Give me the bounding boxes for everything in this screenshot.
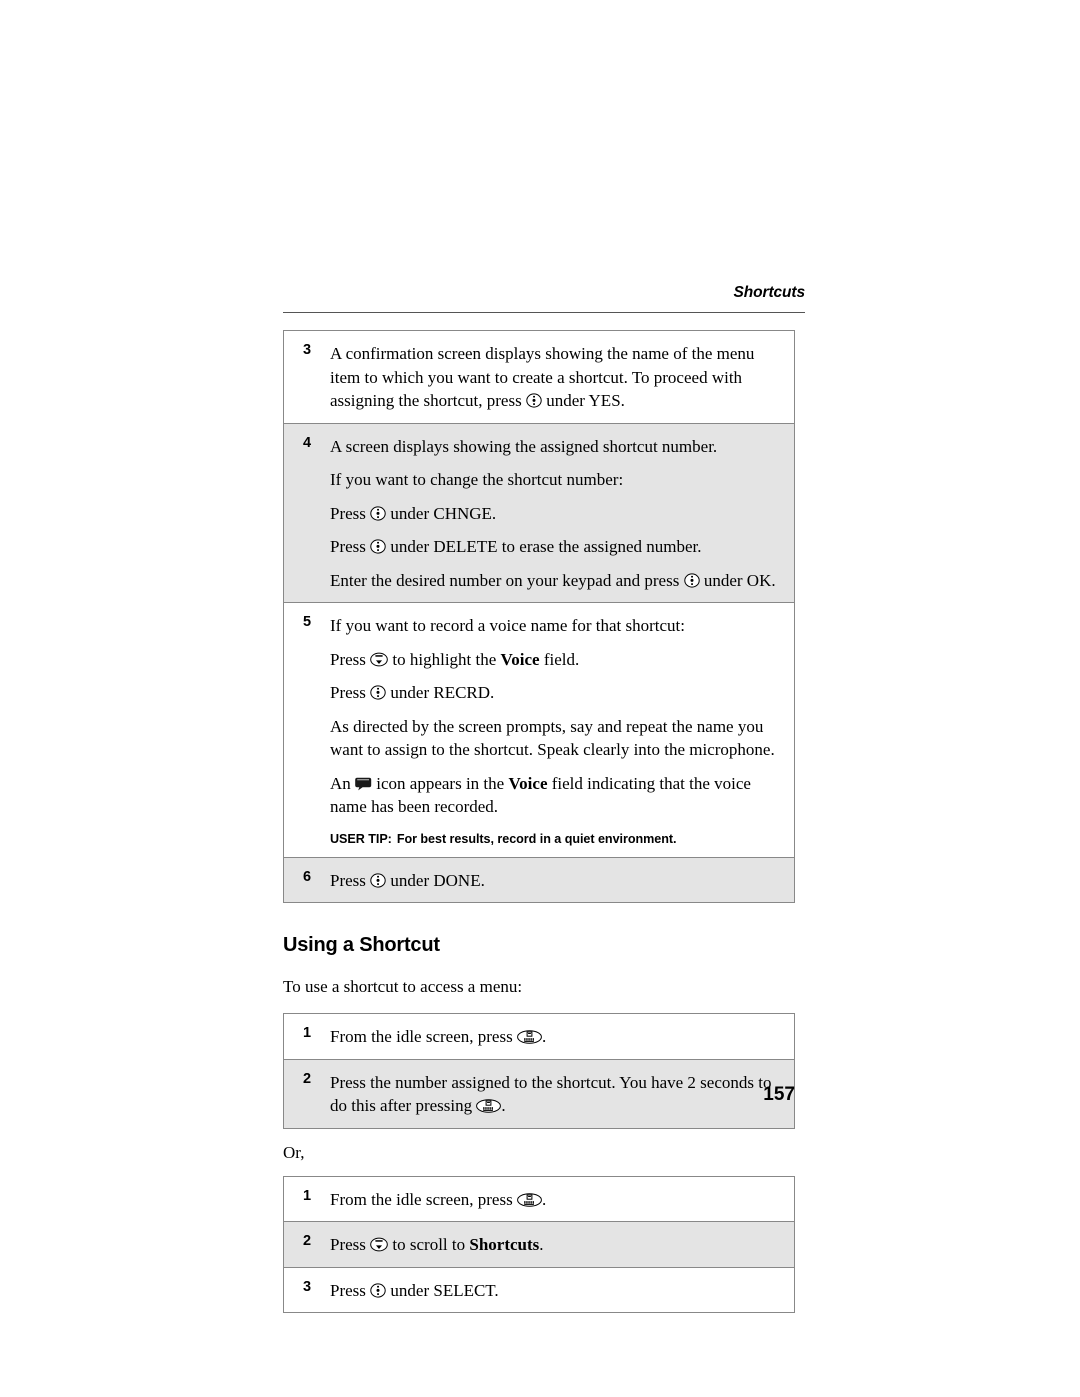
- step-paragraph: Press under DELETE to erase the assigned…: [330, 537, 702, 556]
- steps-table-creating-shortcut: 3A confirmation screen displays showing …: [283, 330, 795, 903]
- section-lead-paragraph: To use a shortcut to access a menu:: [283, 977, 523, 996]
- table-row: 1 From the idle screen, press .: [283, 1176, 795, 1222]
- step-paragraph: Enter the desired number on your keypad …: [330, 570, 776, 590]
- step-paragraph: Press to scroll to Shortcuts.: [330, 1235, 544, 1254]
- page-content: 3A confirmation screen displays showing …: [283, 330, 795, 1313]
- table-row: 5 If you want to record a voice name for …: [283, 602, 795, 858]
- step-body: Press under DONE.: [330, 856, 795, 903]
- step-body: Press to scroll to Shortcuts.: [330, 1221, 795, 1268]
- step-paragraph: An icon appears in the Voice field indic…: [330, 773, 751, 817]
- step-paragraph: Press under DONE.: [330, 870, 485, 890]
- step-number: 2: [283, 1221, 330, 1268]
- menu-key-icon: [517, 1192, 542, 1207]
- section-heading-using-a-shortcut: Using a Shortcut: [283, 934, 440, 956]
- scroll-down-key-icon: [370, 1237, 388, 1252]
- running-header-title: Shortcuts: [733, 284, 806, 301]
- step-paragraph: Press under RECRD.: [330, 683, 495, 702]
- step-body: If you want to record a voice name for t…: [330, 602, 795, 858]
- step-number: 1: [283, 1013, 330, 1060]
- table-row: 1 From the idle screen, press .: [283, 1013, 795, 1060]
- step-body: A screen displays showing the assigned s…: [330, 422, 795, 603]
- manual-page: Shortcuts 3A confirmation screen display…: [0, 0, 1080, 1397]
- table-row: 2 Press to scroll to Shortcuts.: [283, 1221, 795, 1268]
- center-select-key-icon: [370, 505, 386, 521]
- user-tip-text: For best results, record in a quiet envi…: [396, 831, 677, 846]
- emphasized-term: Voice: [500, 649, 540, 669]
- emphasized-term: Shortcuts: [469, 1235, 540, 1254]
- table-row: 6 Press under DONE.: [283, 856, 795, 903]
- center-select-key-icon: [370, 872, 386, 888]
- header-divider-rule: [283, 312, 805, 313]
- step-body: From the idle screen, press .: [330, 1013, 795, 1060]
- scroll-down-key-icon: [370, 652, 388, 667]
- step-paragraph: Press under SELECT.: [330, 1280, 499, 1300]
- user-tip: USER TIP: For best results, record in a q…: [330, 831, 784, 847]
- page-number: 157: [763, 1084, 795, 1105]
- step-paragraph: Press to highlight the Voice field.: [330, 649, 580, 669]
- steps-table-body-2: 1 From the idle screen, press . 2 Press the…: [283, 1013, 795, 1128]
- step-number: 4: [283, 422, 330, 603]
- step-paragraph: A screen displays showing the assigned s…: [330, 436, 718, 456]
- menu-key-icon: [517, 1030, 542, 1044]
- step-number: 6: [283, 856, 330, 903]
- table-row: 4A screen displays showing the assigned …: [283, 422, 795, 603]
- step-number: 5: [283, 602, 330, 858]
- voice-name-icon: [355, 777, 372, 791]
- step-paragraph: A confirmation screen displays showing t…: [330, 344, 755, 410]
- alternative-connector-or: Or,: [283, 1142, 305, 1162]
- step-paragraph: As directed by the screen prompts, say a…: [330, 716, 775, 760]
- center-select-key-icon: [370, 685, 386, 700]
- emphasized-term: Voice: [508, 773, 548, 793]
- table-row: 3 Press under SELECT.: [283, 1266, 795, 1313]
- center-select-key-icon: [370, 539, 386, 554]
- step-number: 3: [283, 330, 330, 424]
- user-tip-label: USER TIP:: [330, 831, 392, 846]
- step-paragraph: From the idle screen, press .: [330, 1189, 547, 1209]
- center-select-key-icon: [526, 393, 542, 408]
- center-select-key-icon: [370, 1282, 386, 1298]
- step-paragraph: If you want to change the shortcut numbe…: [330, 470, 624, 489]
- step-paragraph: From the idle screen, press .: [330, 1027, 547, 1046]
- steps-table-body-1: 3A confirmation screen displays showing …: [283, 330, 795, 903]
- table-row: 3A confirmation screen displays showing …: [283, 330, 795, 424]
- step-number: 3: [283, 1266, 330, 1313]
- steps-table-body-3: 1 From the idle screen, press . 2 Press to …: [283, 1176, 795, 1313]
- step-body: Press under SELECT.: [330, 1266, 795, 1313]
- step-body: From the idle screen, press .: [330, 1176, 795, 1222]
- step-number: 1: [283, 1176, 330, 1222]
- steps-table-using-shortcut-direct: 1 From the idle screen, press . 2 Press the…: [283, 1013, 795, 1129]
- step-body: A confirmation screen displays showing t…: [330, 330, 795, 424]
- center-select-key-icon: [683, 572, 700, 588]
- steps-table-using-shortcut-menu: 1 From the idle screen, press . 2 Press to …: [283, 1175, 795, 1313]
- step-paragraph: If you want to record a voice name for t…: [330, 616, 685, 635]
- step-paragraph: Press under CHNGE.: [330, 503, 497, 523]
